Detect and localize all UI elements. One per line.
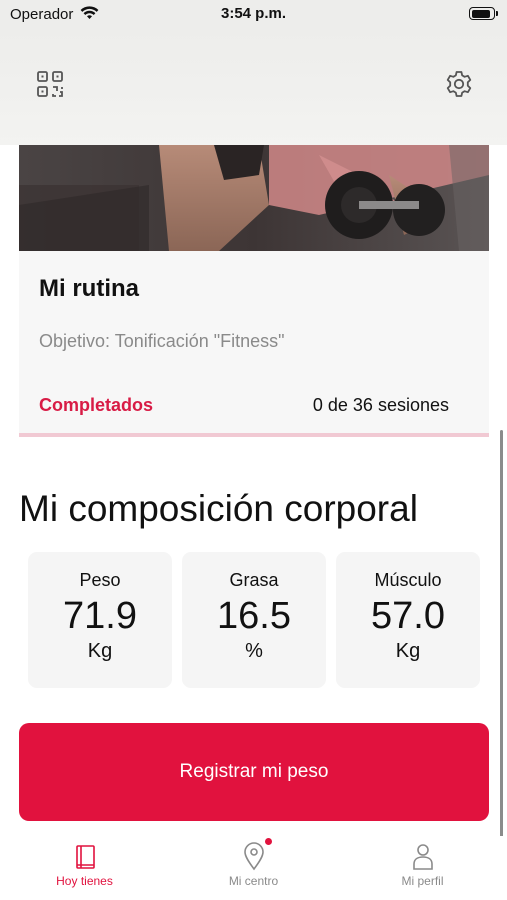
sessions-count: 0 de 36 sesiones — [312, 395, 449, 415]
routine-card-accent-divider — [19, 433, 489, 437]
book-icon — [75, 845, 95, 869]
battery-level — [471, 9, 490, 18]
scrollbar[interactable] — [500, 430, 503, 838]
tab-bar: Hoy tienes Mi centro Mi perfil — [0, 836, 507, 900]
battery-icon — [469, 7, 498, 20]
stat-unit: Kg — [87, 640, 113, 662]
tab-mi-perfil[interactable]: Mi perfil — [338, 836, 507, 900]
stat-unit: % — [245, 640, 263, 662]
tab-label: Hoy tienes — [56, 874, 113, 888]
stat-value: 16.5 — [217, 595, 291, 637]
top-navigation-bar — [0, 30, 507, 145]
routine-title: Mi rutina — [39, 275, 139, 302]
notification-dot — [265, 838, 272, 845]
status-time: 3:54 p.m. — [220, 5, 287, 22]
stat-label: Peso — [79, 570, 121, 590]
person-icon — [412, 844, 433, 870]
status-bar: Operador 3:54 p.m. — [0, 0, 507, 30]
tab-hoy-tienes[interactable]: Hoy tienes — [0, 836, 169, 900]
weight-stat-card: Peso 71.9 Kg — [28, 552, 172, 688]
tab-label: Mi perfil — [401, 874, 444, 888]
stat-value: 57.0 — [371, 595, 445, 637]
routine-card[interactable]: Mi rutina Objetivo: Tonificación "Fitnes… — [19, 251, 489, 433]
body-composition-title: Mi composición corporal — [19, 488, 418, 529]
stat-label: Músculo — [374, 570, 442, 590]
muscle-stat-card: Músculo 57.0 Kg — [336, 552, 480, 688]
tab-mi-centro[interactable]: Mi centro — [169, 836, 338, 900]
settings-button[interactable] — [443, 68, 475, 100]
tab-label: Mi centro — [228, 874, 279, 888]
completed-label: Completados — [39, 395, 154, 415]
gear-icon — [446, 71, 472, 97]
routine-hero-image — [19, 145, 489, 251]
qr-code-button[interactable] — [34, 68, 66, 100]
stat-value: 71.9 — [63, 595, 137, 637]
fat-stat-card: Grasa 16.5 % — [182, 552, 326, 688]
stat-unit: Kg — [395, 640, 421, 662]
stat-label: Grasa — [229, 570, 279, 590]
register-weight-button[interactable]: Registrar mi peso — [19, 723, 489, 821]
routine-goal: Objetivo: Tonificación "Fitness" — [39, 331, 285, 351]
qr-code-icon — [37, 71, 63, 97]
